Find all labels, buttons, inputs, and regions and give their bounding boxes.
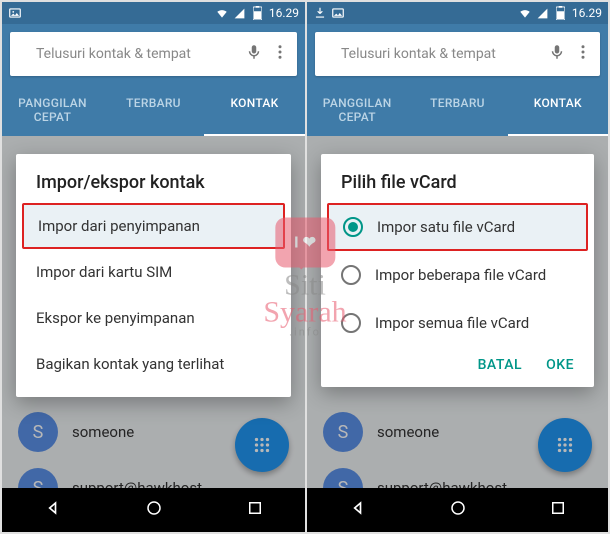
nav-bar <box>2 488 305 532</box>
option-import-multi-vcard[interactable]: Impor beberapa file vCard <box>321 251 594 299</box>
signal-icon <box>233 6 247 20</box>
overflow-icon[interactable] <box>271 43 289 65</box>
dialog-scrim[interactable]: Pilih file vCard Impor satu file vCard I… <box>307 136 608 488</box>
home-icon[interactable] <box>449 499 467 521</box>
mic-icon[interactable] <box>245 43 263 65</box>
radio-checked-icon <box>343 217 363 237</box>
tab-speed-dial[interactable]: PANGGILAN CEPAT <box>2 84 103 136</box>
option-export-storage[interactable]: Ekspor ke penyimpanan <box>16 295 291 341</box>
clock-text: 16.29 <box>572 6 602 20</box>
wifi-icon <box>518 6 532 20</box>
dialog-scrim[interactable]: Impor/ekspor kontak Impor dari penyimpan… <box>2 136 305 488</box>
tab-recent[interactable]: TERBARU <box>407 84 507 136</box>
tab-recent[interactable]: TERBARU <box>103 84 204 136</box>
dialog-title: Impor/ekspor kontak <box>16 172 291 203</box>
phone-right: 16.29 Telusuri kontak & tempat PANGGILAN… <box>305 2 608 532</box>
option-import-all-vcard[interactable]: Impor semua file vCard <box>321 299 594 347</box>
home-icon[interactable] <box>145 499 163 521</box>
search-placeholder: Telusuri kontak & tempat <box>18 46 237 62</box>
status-bar: 16.29 <box>307 2 608 24</box>
content-area: S someone S support@hawkhost... Pilih fi… <box>307 136 608 488</box>
gallery-icon <box>331 6 345 20</box>
search-placeholder: Telusuri kontak & tempat <box>323 46 540 62</box>
battery-icon <box>251 6 265 20</box>
tab-contacts[interactable]: KONTAK <box>204 84 305 136</box>
overflow-icon[interactable] <box>574 43 592 65</box>
cancel-button[interactable]: BATAL <box>478 357 523 373</box>
option-import-storage[interactable]: Impor dari penyimpanan <box>22 203 285 249</box>
signal-icon <box>536 6 550 20</box>
mic-icon[interactable] <box>548 43 566 65</box>
tab-bar: PANGGILAN CEPAT TERBARU KONTAK <box>307 84 608 136</box>
wifi-icon <box>215 6 229 20</box>
search-input[interactable]: Telusuri kontak & tempat <box>315 32 600 76</box>
tab-bar: PANGGILAN CEPAT TERBARU KONTAK <box>2 84 305 136</box>
nav-bar <box>307 488 608 532</box>
option-share-visible[interactable]: Bagikan kontak yang terlihat <box>16 341 291 387</box>
battery-icon <box>554 6 568 20</box>
download-icon <box>313 6 327 20</box>
status-bar: 16.29 <box>2 2 305 24</box>
dialog-title: Pilih file vCard <box>321 172 594 203</box>
option-import-one-vcard[interactable]: Impor satu file vCard <box>327 203 588 251</box>
phone-left: 16.29 Telusuri kontak & tempat PANGGILAN… <box>2 2 305 532</box>
recents-icon[interactable] <box>246 499 264 521</box>
clock-text: 16.29 <box>269 6 299 20</box>
tab-contacts[interactable]: KONTAK <box>508 84 608 136</box>
ok-button[interactable]: OKE <box>546 357 574 373</box>
vcard-dialog: Pilih file vCard Impor satu file vCard I… <box>321 154 594 387</box>
content-area: S someone S support@hawkhost... Impor/ek… <box>2 136 305 488</box>
radio-unchecked-icon <box>341 265 361 285</box>
tab-speed-dial[interactable]: PANGGILAN CEPAT <box>307 84 407 136</box>
recents-icon[interactable] <box>549 499 567 521</box>
back-icon[interactable] <box>43 498 63 522</box>
back-icon[interactable] <box>348 498 368 522</box>
search-input[interactable]: Telusuri kontak & tempat <box>10 32 297 76</box>
radio-unchecked-icon <box>341 313 361 333</box>
gallery-icon <box>8 6 22 20</box>
import-export-dialog: Impor/ekspor kontak Impor dari penyimpan… <box>16 154 291 397</box>
option-import-sim[interactable]: Impor dari kartu SIM <box>16 249 291 295</box>
